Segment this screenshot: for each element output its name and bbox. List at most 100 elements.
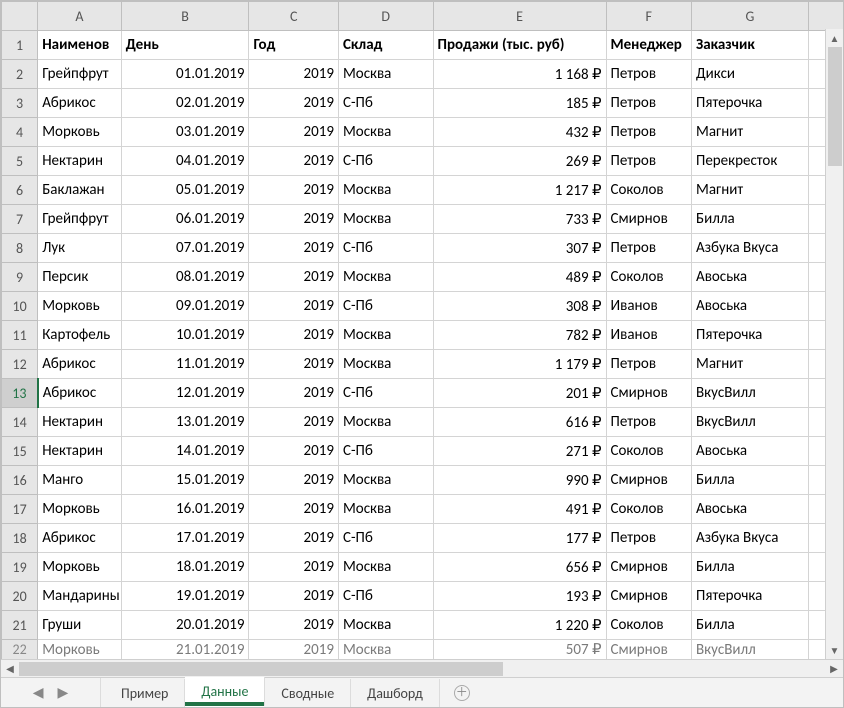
cell[interactable]: 2019 xyxy=(249,408,339,437)
cell[interactable]: Морковь xyxy=(38,553,121,582)
cell[interactable]: 2019 xyxy=(249,350,339,379)
row-header[interactable]: 2 xyxy=(2,60,38,89)
cell[interactable]: 2019 xyxy=(249,147,339,176)
cell[interactable]: 13.01.2019 xyxy=(121,408,249,437)
cell[interactable]: Петров xyxy=(606,350,692,379)
cell[interactable]: 432 ₽ xyxy=(433,118,606,147)
vscroll-track[interactable] xyxy=(826,47,843,641)
cell[interactable]: Груши xyxy=(38,611,121,640)
cell[interactable]: Абрикос xyxy=(38,350,121,379)
cell[interactable]: 2019 xyxy=(249,495,339,524)
cell[interactable]: 2019 xyxy=(249,582,339,611)
cell[interactable]: Москва xyxy=(338,263,433,292)
cell[interactable]: 616 ₽ xyxy=(433,408,606,437)
add-sheet-button[interactable]: ＋ xyxy=(440,678,484,707)
cell[interactable]: 782 ₽ xyxy=(433,321,606,350)
col-header-G[interactable]: G xyxy=(692,2,809,31)
cell[interactable]: Иванов xyxy=(606,292,692,321)
cell[interactable]: 16.01.2019 xyxy=(121,495,249,524)
col-header-E[interactable]: E xyxy=(433,2,606,31)
cell[interactable]: С-Пб xyxy=(338,437,433,466)
hscroll-thumb[interactable] xyxy=(19,662,503,676)
cell[interactable]: 507 ₽ xyxy=(433,640,606,660)
row-header[interactable]: 11 xyxy=(2,321,38,350)
header-cell[interactable]: Продажи (тыс. руб) xyxy=(433,31,606,60)
cell[interactable]: 193 ₽ xyxy=(433,582,606,611)
cell[interactable]: 2019 xyxy=(249,118,339,147)
cell[interactable]: 2019 xyxy=(249,89,339,118)
cell[interactable]: 01.01.2019 xyxy=(121,60,249,89)
row-header[interactable]: 8 xyxy=(2,234,38,263)
cell[interactable]: ВкусВилл xyxy=(692,640,809,660)
cell[interactable]: С-Пб xyxy=(338,379,433,408)
row-header[interactable]: 22 xyxy=(2,640,38,660)
row-header[interactable]: 6 xyxy=(2,176,38,205)
cell[interactable]: Авоська xyxy=(692,437,809,466)
cell[interactable]: 2019 xyxy=(249,437,339,466)
cell[interactable]: 308 ₽ xyxy=(433,292,606,321)
cell[interactable]: 11.01.2019 xyxy=(121,350,249,379)
sheet-tab[interactable]: Сводные xyxy=(265,679,351,707)
hscroll-track[interactable] xyxy=(19,660,825,678)
row-header[interactable]: 7 xyxy=(2,205,38,234)
cell[interactable]: Авоська xyxy=(692,495,809,524)
cell[interactable]: Соколов xyxy=(606,611,692,640)
cell[interactable]: 1 217 ₽ xyxy=(433,176,606,205)
cell[interactable]: 06.01.2019 xyxy=(121,205,249,234)
cell[interactable]: Абрикос xyxy=(38,524,121,553)
cell[interactable]: Москва xyxy=(338,350,433,379)
cell[interactable]: Москва xyxy=(338,408,433,437)
row-header[interactable]: 16 xyxy=(2,466,38,495)
cell[interactable]: 2019 xyxy=(249,611,339,640)
cell[interactable]: Смирнов xyxy=(606,553,692,582)
cell[interactable]: 990 ₽ xyxy=(433,466,606,495)
cell[interactable]: Соколов xyxy=(606,176,692,205)
cell[interactable]: 04.01.2019 xyxy=(121,147,249,176)
cell[interactable]: Пятерочка xyxy=(692,582,809,611)
row-header[interactable]: 15 xyxy=(2,437,38,466)
cell[interactable]: 489 ₽ xyxy=(433,263,606,292)
cell[interactable]: Петров xyxy=(606,408,692,437)
cell[interactable]: Иванов xyxy=(606,321,692,350)
cell[interactable]: 20.01.2019 xyxy=(121,611,249,640)
cell[interactable]: Москва xyxy=(338,60,433,89)
cell[interactable]: С-Пб xyxy=(338,234,433,263)
cell[interactable]: 2019 xyxy=(249,263,339,292)
row-header[interactable]: 19 xyxy=(2,553,38,582)
cell[interactable]: Петров xyxy=(606,147,692,176)
row-header[interactable]: 9 xyxy=(2,263,38,292)
header-cell[interactable]: Менеджер xyxy=(606,31,692,60)
cell[interactable]: С-Пб xyxy=(338,524,433,553)
cell[interactable]: Москва xyxy=(338,611,433,640)
cell[interactable]: Перекресток xyxy=(692,147,809,176)
row-header[interactable]: 13 xyxy=(2,379,38,408)
cell[interactable]: Нектарин xyxy=(38,147,121,176)
cell[interactable]: Пятерочка xyxy=(692,321,809,350)
cell[interactable]: 05.01.2019 xyxy=(121,176,249,205)
cell[interactable]: 09.01.2019 xyxy=(121,292,249,321)
cell[interactable]: Морковь xyxy=(38,495,121,524)
cell[interactable]: С-Пб xyxy=(338,89,433,118)
row-header[interactable]: 10 xyxy=(2,292,38,321)
cell[interactable]: 269 ₽ xyxy=(433,147,606,176)
cell[interactable]: 2019 xyxy=(249,379,339,408)
col-header-F[interactable]: F xyxy=(606,2,692,31)
cell[interactable]: Москва xyxy=(338,640,433,660)
cell[interactable]: Магнит xyxy=(692,350,809,379)
cell[interactable]: Москва xyxy=(338,466,433,495)
cell[interactable]: 1 220 ₽ xyxy=(433,611,606,640)
cell[interactable]: Мандарины xyxy=(38,582,121,611)
cell[interactable]: 02.01.2019 xyxy=(121,89,249,118)
cell[interactable]: 19.01.2019 xyxy=(121,582,249,611)
cell[interactable]: 2019 xyxy=(249,524,339,553)
cell[interactable]: Билла xyxy=(692,611,809,640)
cell[interactable]: Пятерочка xyxy=(692,89,809,118)
cell[interactable]: 18.01.2019 xyxy=(121,553,249,582)
row-header[interactable]: 18 xyxy=(2,524,38,553)
cell[interactable]: 2019 xyxy=(249,553,339,582)
cell[interactable]: Магнит xyxy=(692,176,809,205)
cell[interactable]: 12.01.2019 xyxy=(121,379,249,408)
cell[interactable]: 2019 xyxy=(249,234,339,263)
cell[interactable]: Картофель xyxy=(38,321,121,350)
cell[interactable]: Билла xyxy=(692,553,809,582)
